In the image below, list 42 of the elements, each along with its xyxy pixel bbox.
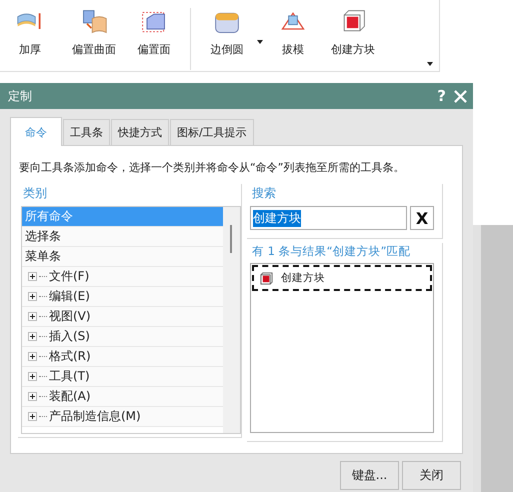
expand-toggle[interactable] (28, 372, 37, 381)
expand-toggle[interactable] (28, 392, 37, 401)
tree-item[interactable]: 装配(A) (49, 387, 91, 406)
tab[interactable]: 工具条 (63, 119, 110, 145)
tree-item[interactable]: 格式(R) (49, 347, 91, 366)
clear-button[interactable]: X (410, 206, 434, 230)
expand-toggle[interactable] (28, 352, 37, 361)
list-item[interactable]: 菜单条 (22, 247, 223, 267)
scrollbar[interactable] (223, 207, 240, 433)
tab[interactable]: 图标/工具提示 (170, 119, 254, 145)
expand-toggle[interactable] (28, 272, 37, 281)
search-field[interactable]: 创建方块 (250, 206, 407, 230)
list-item[interactable]: 创建方块 (252, 265, 432, 291)
toolbar-button[interactable]: 边倒圆 (197, 8, 257, 57)
block-icon (260, 272, 273, 284)
help-button[interactable]: ? (437, 87, 446, 105)
expand-toggle[interactable] (28, 332, 37, 341)
window-title: 定制 (8, 88, 33, 104)
toolbar-button[interactable]: 拔模 (263, 8, 323, 57)
caret-icon[interactable] (257, 40, 263, 44)
dialog-button[interactable]: 关闭 (402, 461, 461, 490)
instruction-text: 要向工具条添加命令，选择一个类别并将命令从“命令”列表拖至所需的工具条。 (19, 160, 406, 175)
results-summary: 有 1 条与结果“创建方块”匹配 (252, 244, 412, 259)
toolbar-button[interactable]: 偏置曲面 (64, 8, 124, 57)
toolbar-button[interactable]: 创建方块 (323, 8, 383, 57)
dialog-button[interactable]: 键盘... (340, 461, 399, 490)
tree-item[interactable]: 插入(S) (49, 327, 90, 346)
toolbar-button[interactable]: 加厚 (0, 8, 60, 57)
toolbar-button[interactable]: 偏置面 (124, 8, 184, 57)
tree-item[interactable]: 编辑(E) (49, 287, 90, 306)
expand-toggle[interactable] (28, 312, 37, 321)
close-icon[interactable] (454, 90, 467, 102)
tree-item[interactable]: 工具(T) (49, 367, 90, 386)
caret-icon[interactable] (427, 62, 433, 66)
group-label: 搜索 (252, 185, 277, 202)
expand-toggle[interactable] (28, 292, 37, 301)
tab[interactable]: 快捷方式 (111, 119, 169, 145)
expand-toggle[interactable] (28, 412, 37, 421)
tree-item[interactable]: 文件(F) (49, 267, 90, 286)
list-item[interactable]: 选择条 (22, 227, 223, 247)
group-label: 类别 (23, 185, 48, 202)
tree-item[interactable]: 视图(V) (49, 307, 91, 326)
